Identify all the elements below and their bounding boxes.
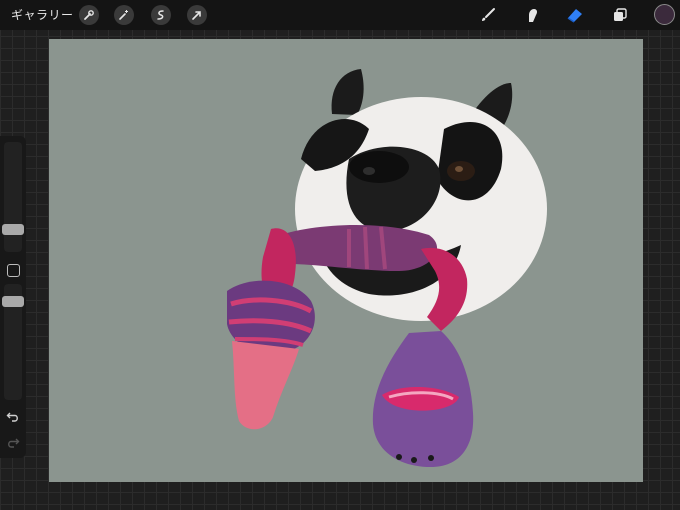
sidebar [0, 136, 26, 458]
layers-icon [614, 8, 627, 21]
top-toolbar: ギャラリー [0, 0, 680, 30]
selection-button[interactable] [151, 5, 171, 25]
opacity-thumb[interactable] [2, 296, 24, 307]
layers-button[interactable] [610, 5, 630, 25]
brush-icon [482, 8, 495, 21]
redo-icon[interactable] [6, 436, 20, 450]
dog-with-sock-toy-artwork [227, 69, 547, 467]
transform-button[interactable] [187, 5, 207, 25]
brush-button[interactable] [478, 5, 498, 25]
magic-wand-icon [119, 10, 128, 20]
brush-size-thumb[interactable] [2, 224, 24, 235]
adjustments-button[interactable] [114, 5, 134, 25]
modify-button[interactable] [7, 264, 20, 277]
brush-size-slider[interactable] [4, 142, 22, 252]
selection-icon [157, 10, 164, 20]
gallery-button[interactable]: ギャラリー [11, 6, 74, 23]
undo-icon[interactable] [6, 410, 20, 424]
drawing-canvas[interactable] [49, 39, 643, 482]
color-picker-button[interactable] [654, 4, 675, 25]
eraser-icon [567, 9, 582, 23]
eraser-button[interactable] [565, 5, 585, 25]
smudge-button[interactable] [522, 5, 542, 25]
actions-button[interactable] [79, 5, 99, 25]
smudge-icon [529, 9, 538, 22]
transform-icon [192, 11, 201, 20]
wrench-icon [84, 10, 94, 20]
